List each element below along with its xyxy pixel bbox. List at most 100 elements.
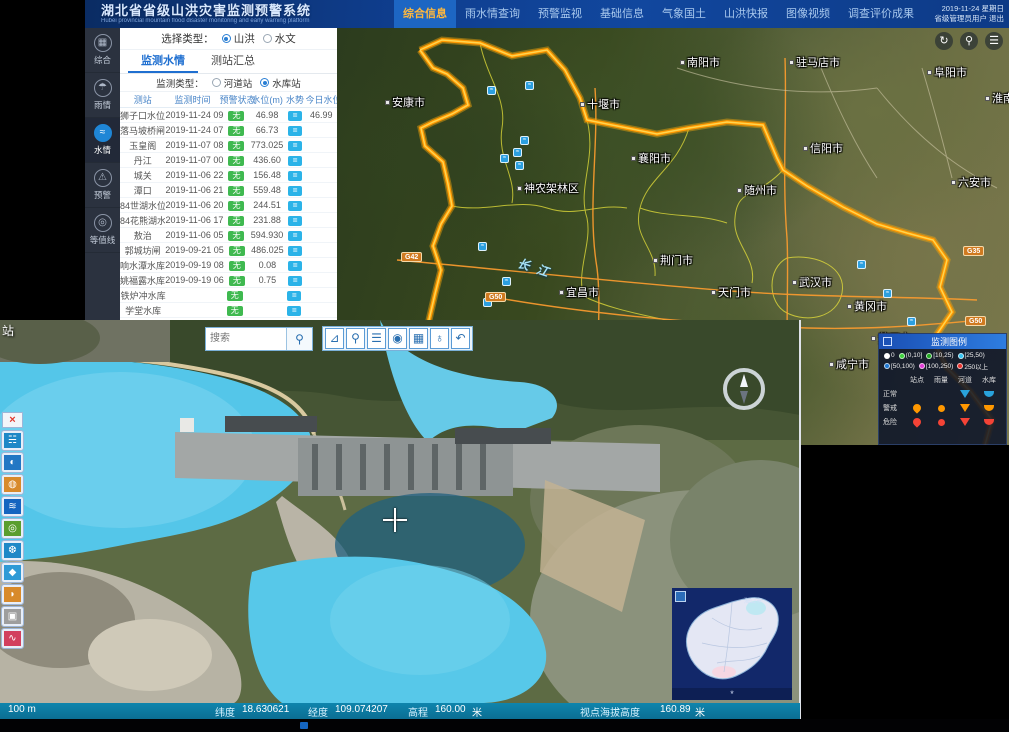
- station-marker-icon[interactable]: [500, 154, 509, 163]
- nav-item[interactable]: 雨水情查询: [456, 0, 529, 28]
- radio-icon[interactable]: [263, 34, 272, 43]
- table-row[interactable]: 落马坡桥闸... 2019-11-24 07 无 66.73 =: [120, 123, 337, 138]
- table-row[interactable]: 潭口 2019-11-06 21 无 559.48 =: [120, 183, 337, 198]
- station-marker-icon[interactable]: [487, 86, 496, 95]
- flood-wave-icon[interactable]: ☵: [2, 431, 23, 450]
- refresh-icon[interactable]: ↻: [935, 32, 953, 50]
- monitor-radio[interactable]: 水库站: [252, 76, 301, 90]
- nav-item[interactable]: 气象国土: [653, 0, 715, 28]
- sidebar-item-icon: ≈: [94, 124, 112, 142]
- search-input[interactable]: [206, 328, 286, 350]
- ripple-icon[interactable]: ≋: [2, 497, 23, 516]
- map-city-label: 宜昌市: [559, 284, 599, 300]
- sidebar-item[interactable]: ≈ 水情: [85, 118, 120, 163]
- close-toolbar-icon[interactable]: ×: [2, 412, 23, 428]
- search-button[interactable]: ⚲: [286, 328, 312, 350]
- station-marker-icon[interactable]: [857, 260, 866, 269]
- trend-icon: =: [288, 216, 302, 226]
- logout-link[interactable]: 退出: [989, 14, 1004, 23]
- station-marker-icon[interactable]: [515, 161, 524, 170]
- water-level: 46.98: [250, 110, 285, 120]
- main-nav: 综合信息 雨水情查询 预警监视 基础信息 气象国土 山洪快报 图像视频 调查评价…: [394, 0, 923, 28]
- table-row[interactable]: 郭城坊闸 2019-09-21 05 无 486.025 =: [120, 243, 337, 258]
- legend-shape-icon: [913, 390, 921, 398]
- station-name: 郭城坊闸: [120, 244, 165, 257]
- typhoon-icon[interactable]: ◍: [2, 475, 23, 494]
- station-marker-icon[interactable]: [478, 242, 487, 251]
- table-row[interactable]: 丹江 2019-11-07 00 无 436.60 =: [120, 153, 337, 168]
- monitor-time: 2019-11-06 17: [165, 215, 223, 225]
- water-level: 436.60: [250, 155, 285, 165]
- measure-icon[interactable]: ⊿: [325, 328, 344, 349]
- table-row[interactable]: 铁炉冲水库 无 =: [120, 288, 337, 303]
- legend-collapse-icon[interactable]: [883, 337, 892, 346]
- nav-item[interactable]: 调查评价成果: [839, 0, 923, 28]
- city-name: 信阳市: [810, 140, 843, 156]
- globe-icon[interactable]: ♁: [430, 328, 449, 349]
- target-icon[interactable]: ◎: [2, 519, 23, 538]
- station-marker-icon[interactable]: [907, 317, 916, 326]
- search-box: ⚲: [205, 327, 313, 351]
- water-area-icon[interactable]: ◆: [2, 563, 23, 582]
- station-name: 84世湖水位...: [120, 199, 165, 212]
- eye-icon[interactable]: ◉: [388, 328, 407, 349]
- trend-icon: =: [288, 246, 302, 256]
- sidebar-item[interactable]: ◎ 等值线: [85, 208, 120, 253]
- table-row[interactable]: 响水潭水库(... 2019-09-19 08 无 0.08 =: [120, 258, 337, 273]
- radio-icon[interactable]: [212, 78, 221, 87]
- whirl-icon[interactable]: ◐: [2, 453, 23, 472]
- compass[interactable]: [723, 368, 765, 410]
- panel-tab[interactable]: 监测水情: [128, 50, 198, 73]
- city-marker-icon: [631, 156, 636, 161]
- sidebar-item[interactable]: ▦ 综合: [85, 28, 120, 73]
- list-icon[interactable]: ☰: [367, 328, 386, 349]
- column-header[interactable]: 水势: [285, 93, 306, 106]
- nav-item[interactable]: 山洪快报: [715, 0, 777, 28]
- profile-icon[interactable]: ∿: [2, 629, 23, 648]
- nav-item[interactable]: 预警监视: [529, 0, 591, 28]
- table-row[interactable]: 84花熊湖水... 2019-11-06 17 无 231.88 =: [120, 213, 337, 228]
- station-marker-icon[interactable]: [883, 289, 892, 298]
- panel-tab[interactable]: 测站汇总: [198, 50, 268, 73]
- column-header[interactable]: 今日水位(m): [306, 93, 337, 106]
- table-row[interactable]: 狮子口水位... 2019-11-24 09 无 46.98 = 46.99: [120, 108, 337, 123]
- radio-icon[interactable]: [260, 78, 269, 87]
- nav-item[interactable]: 基础信息: [591, 0, 653, 28]
- station-marker-icon[interactable]: [513, 148, 522, 157]
- column-header[interactable]: 监测时间: [165, 93, 219, 106]
- chart-image-icon[interactable]: ▦: [409, 328, 428, 349]
- filter-radio[interactable]: 水文: [255, 31, 296, 46]
- filter-radio[interactable]: 山洪: [214, 31, 255, 46]
- sidebar-item[interactable]: ☂ 雨情: [85, 73, 120, 118]
- viewport-icon[interactable]: ▣: [2, 607, 23, 626]
- nav-item[interactable]: 综合信息: [394, 0, 456, 28]
- column-header[interactable]: 预警状态: [220, 93, 250, 106]
- table-row[interactable]: 84世湖水位... 2019-11-06 20 无 244.51 =: [120, 198, 337, 213]
- station-marker-icon[interactable]: [520, 136, 529, 145]
- scene-tools: ⊿ ⚲ ☰ ◉ ▦ ♁ ↶: [322, 326, 473, 351]
- station-name: 敖治: [120, 229, 165, 242]
- column-header[interactable]: 水位(m): [250, 93, 285, 106]
- radio-icon[interactable]: [222, 34, 231, 43]
- sidebar-item[interactable]: ⚠ 预警: [85, 163, 120, 208]
- streetview-icon[interactable]: ⚲: [346, 328, 365, 349]
- column-header[interactable]: 测站: [120, 93, 165, 106]
- table-row[interactable]: 敖治 2019-11-06 05 无 594.930 =: [120, 228, 337, 243]
- table-row[interactable]: 玉皇阁 2019-11-07 08 无 773.025 =: [120, 138, 337, 153]
- sediment-icon[interactable]: ◗: [2, 585, 23, 604]
- station-marker-icon[interactable]: [502, 277, 511, 286]
- overview-map[interactable]: 海口市: [672, 588, 792, 688]
- scene-3d-window[interactable]: 站 ⚲ ⊿ ⚲ ☰ ◉ ▦ ♁: [0, 320, 800, 703]
- station-marker-icon[interactable]: [525, 81, 534, 90]
- table-row[interactable]: 姚福露水库(... 2019-09-19 06 无 0.75 =: [120, 273, 337, 288]
- undo-icon[interactable]: ↶: [451, 328, 470, 349]
- inset-home-icon[interactable]: [675, 591, 686, 602]
- splash-icon[interactable]: ❆: [2, 541, 23, 560]
- layers-icon[interactable]: ☰: [985, 32, 1003, 50]
- nav-item[interactable]: 图像视频: [777, 0, 839, 28]
- sidebar-item-icon: ☂: [94, 79, 112, 97]
- search-icon[interactable]: ⚲: [960, 32, 978, 50]
- monitor-radio[interactable]: 河道站: [204, 76, 253, 90]
- table-row[interactable]: 城关 2019-11-06 22 无 156.48 =: [120, 168, 337, 183]
- table-row[interactable]: 学堂水库 无 =: [120, 303, 337, 318]
